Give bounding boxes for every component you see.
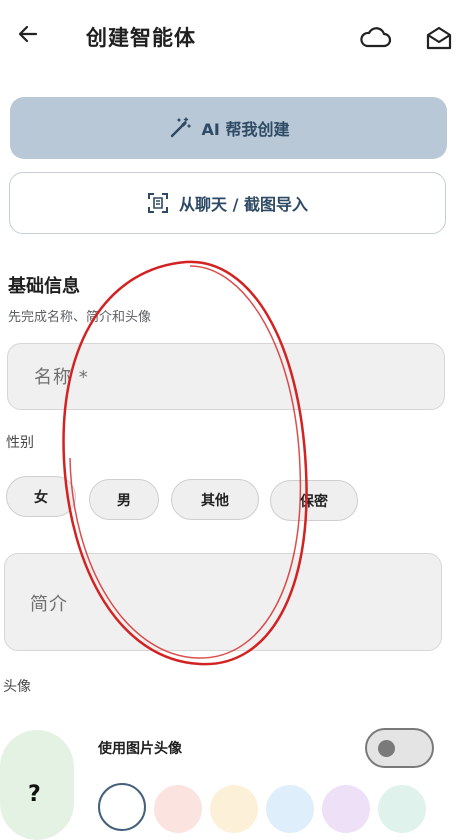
avatar-label: 头像 <box>3 679 31 695</box>
avatar-color-swatch-yellow[interactable] <box>210 785 258 833</box>
use-image-avatar-label: 使用图片头像 <box>98 741 182 757</box>
back-button[interactable] <box>12 18 44 50</box>
avatar-color-swatch-pink[interactable] <box>154 785 202 833</box>
avatar-preview-glyph: ? <box>28 782 41 807</box>
section-subtitle: 先完成名称、简介和头像 <box>8 310 152 325</box>
cloud-icon <box>360 27 392 48</box>
gender-chip-other[interactable]: 其他 <box>171 479 259 520</box>
avatar-color-swatch-blue[interactable] <box>266 785 314 833</box>
bio-input[interactable] <box>4 553 442 651</box>
toggle-knob <box>378 740 395 757</box>
magic-wand-icon <box>170 117 191 138</box>
avatar-color-swatch-purple[interactable] <box>322 785 370 833</box>
gender-label: 性别 <box>6 435 34 451</box>
ai-create-label: AI 帮我创建 <box>201 120 290 139</box>
bio-placeholder: 简介 <box>30 594 68 615</box>
cloud-button[interactable] <box>358 24 392 52</box>
import-from-chat-button[interactable]: 从聊天 / 截图导入 <box>9 172 446 234</box>
gender-chip-female[interactable]: 女 <box>6 476 76 517</box>
avatar-color-swatch-white[interactable] <box>98 783 146 831</box>
ai-create-button[interactable]: AI 帮我创建 <box>10 97 447 159</box>
mail-open-icon <box>426 26 452 50</box>
section-title: 基础信息 <box>8 276 80 297</box>
gender-chip-male[interactable]: 男 <box>89 479 159 520</box>
use-image-avatar-toggle[interactable] <box>365 728 434 768</box>
page-title: 创建智能体 <box>86 26 196 50</box>
mail-button[interactable] <box>424 24 454 52</box>
gender-chip-secret[interactable]: 保密 <box>270 480 358 521</box>
scan-icon <box>148 193 168 213</box>
arrow-left-icon <box>18 25 38 43</box>
name-placeholder: 名称 * <box>34 367 89 388</box>
avatar-color-swatch-green[interactable] <box>378 785 426 833</box>
import-label: 从聊天 / 截图导入 <box>179 195 308 214</box>
